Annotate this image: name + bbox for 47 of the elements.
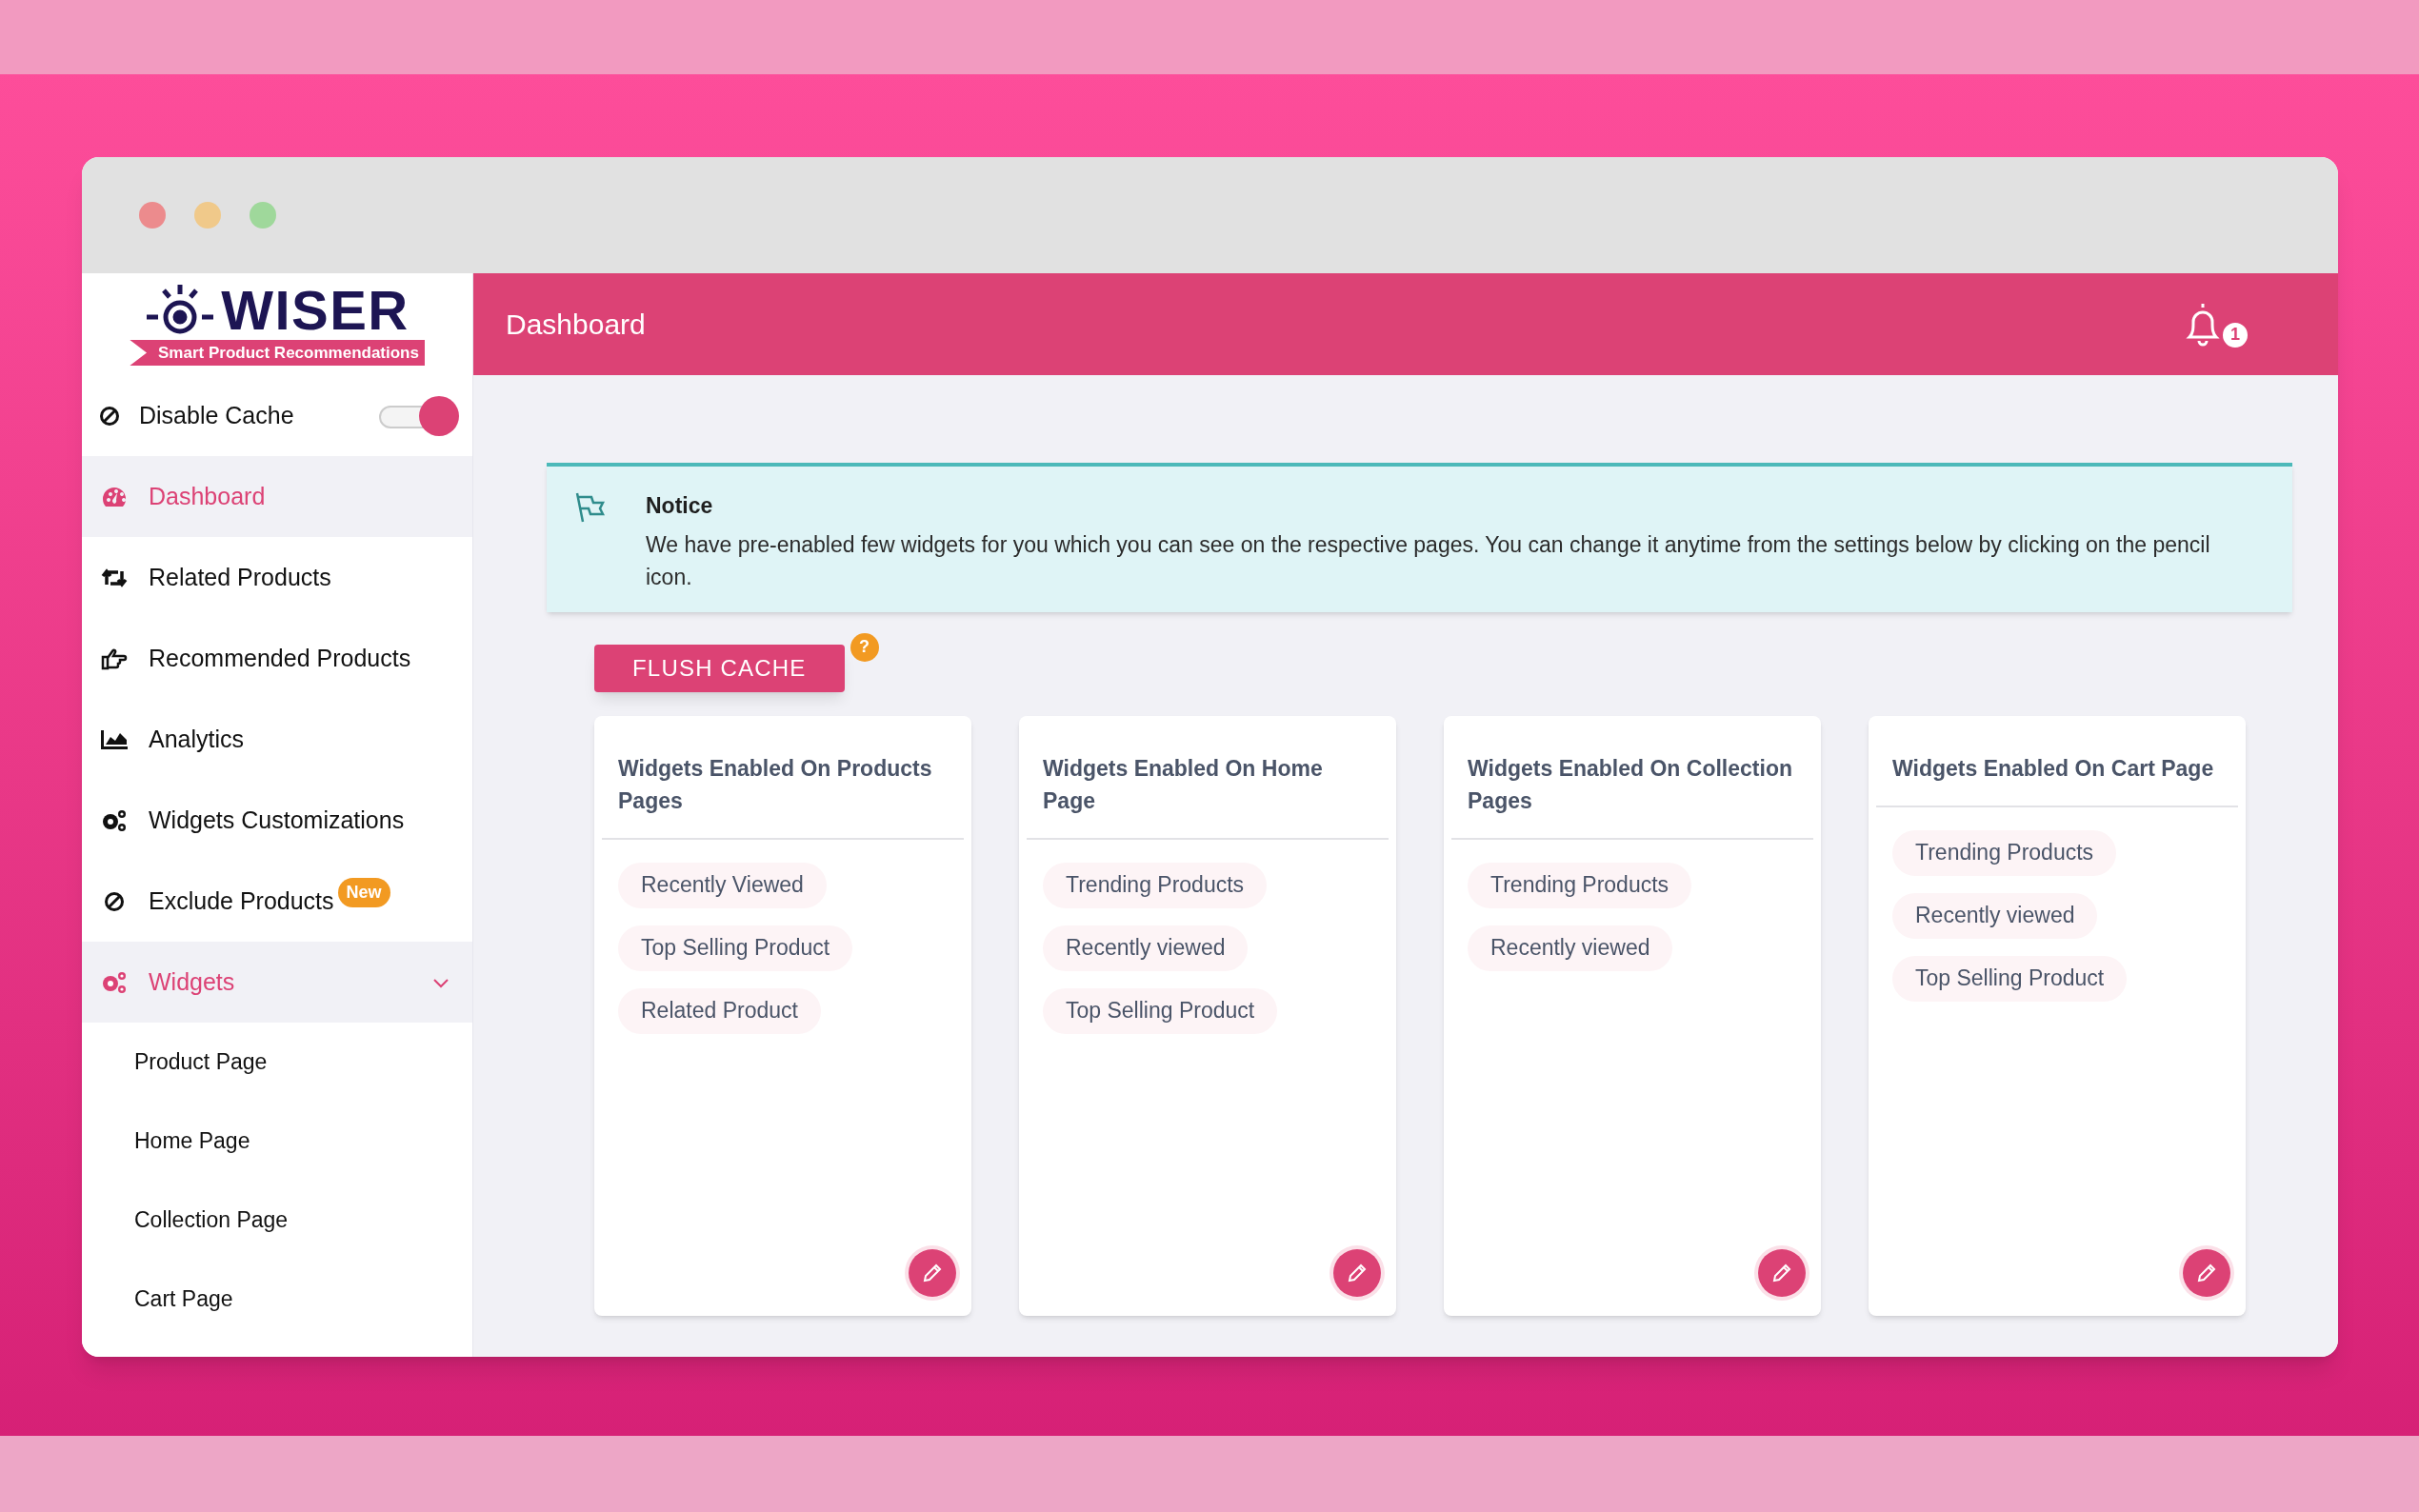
widget-chip: Recently viewed xyxy=(1043,925,1249,971)
edit-button[interactable] xyxy=(909,1248,956,1297)
logo-tagline: Smart Product Recommendations xyxy=(130,339,425,367)
widget-chip: Top Selling Product xyxy=(1892,955,2128,1002)
submenu-item[interactable]: Cart Page xyxy=(82,1260,472,1339)
edit-button[interactable] xyxy=(1333,1248,1381,1297)
logo-wordmark: WISER xyxy=(221,282,410,338)
card-title: Widgets Enabled On Collection Pages xyxy=(1451,715,1813,840)
submenu-item[interactable]: Collection Page xyxy=(82,1181,472,1260)
widget-chip: Trending Products xyxy=(1892,829,2117,876)
pointing-hand-icon xyxy=(101,647,128,670)
edit-button[interactable] xyxy=(2183,1248,2230,1297)
submenu-item[interactable]: Product Page xyxy=(82,1023,472,1102)
repeat-arrows-icon xyxy=(101,567,128,588)
widget-chip: Trending Products xyxy=(1468,862,1692,908)
page-title: Dashboard xyxy=(506,308,646,342)
pencil-icon xyxy=(2196,1262,2217,1283)
widget-chip: Trending Products xyxy=(1043,862,1268,908)
sidebar-item[interactable]: Dashboard xyxy=(82,456,472,537)
card-title: Widgets Enabled On Cart Page xyxy=(1876,715,2238,807)
ban-icon xyxy=(104,890,125,912)
pencil-icon xyxy=(1771,1262,1792,1283)
new-badge: New xyxy=(337,878,390,907)
card-title: Widgets Enabled On Home Page xyxy=(1027,715,1389,840)
submenu-item[interactable]: Home Page xyxy=(82,1102,472,1181)
notice-message: We have pre-enabled few widgets for you which you can see on the respective pages. You can change it anytime from the settings below by clicking on the pencil icon. xyxy=(646,530,2211,591)
pencil-icon xyxy=(1347,1262,1368,1283)
toggle-switch[interactable] xyxy=(379,395,459,436)
widget-chip: Related Product xyxy=(618,987,821,1034)
ban-icon xyxy=(99,405,120,427)
widget-chip: Recently viewed xyxy=(1892,892,2098,939)
edit-button[interactable] xyxy=(1758,1248,1806,1297)
gears-icon xyxy=(101,808,128,832)
gears-icon xyxy=(101,970,128,994)
widget-chip: Top Selling Product xyxy=(1043,987,1278,1034)
notice-title: Notice xyxy=(646,492,714,520)
chevron-icon[interactable] xyxy=(432,976,450,988)
card-title: Widgets Enabled On Products Pages xyxy=(602,715,964,840)
area-chart-icon xyxy=(100,728,129,750)
menu-label: Disable Cache xyxy=(139,400,294,430)
widget-chip: Recently viewed xyxy=(1468,925,1673,971)
sidebar-item[interactable]: Widgets xyxy=(82,942,472,1023)
widget-chip: Top Selling Product xyxy=(618,925,853,971)
pencil-icon xyxy=(922,1262,943,1283)
widget-chip: Recently Viewed xyxy=(618,862,827,908)
flush-cache-button[interactable]: FLUSH CACHE xyxy=(594,644,845,692)
gauge-icon xyxy=(102,486,127,507)
